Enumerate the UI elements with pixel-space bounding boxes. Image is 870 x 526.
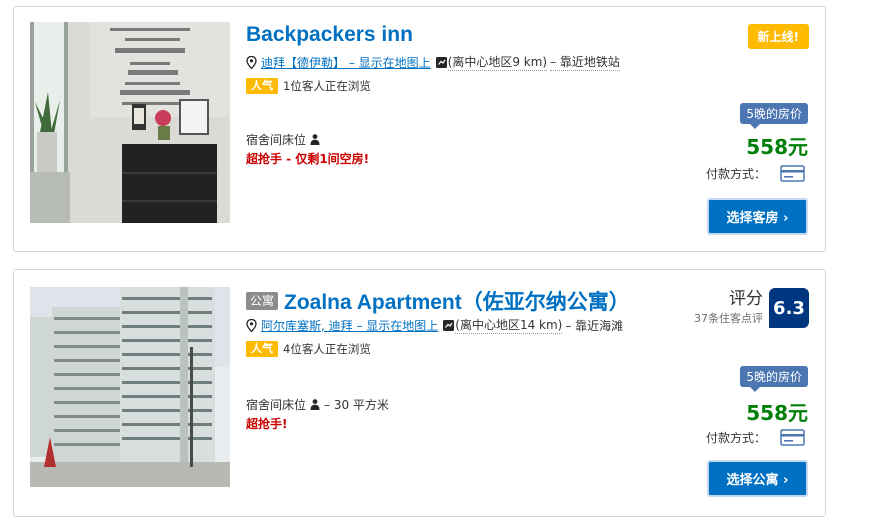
property-photo[interactable] (30, 22, 230, 223)
person-icon (310, 399, 320, 410)
review-score[interactable]: 评分 37条住客点评 6.3 (694, 288, 809, 328)
payment-row: 付款方式： (706, 165, 805, 182)
property-card: Backpackers inn 新上线! 迪拜【德伊勒】 – 显示在地图上 (离… (13, 6, 826, 252)
show-on-map-link[interactable]: 迪拜【德伊勒】 – 显示在地图上 (261, 54, 431, 71)
distance-text: (离中心地区14 km) (455, 318, 563, 334)
score-text: 评分 37条住客点评 (694, 288, 763, 326)
deal-text: 超抢手! (246, 417, 288, 431)
pin-icon (246, 318, 257, 332)
price: 558元 (746, 135, 808, 159)
property-name-link[interactable]: Backpackers inn (246, 23, 413, 47)
title-row: Backpackers inn (246, 23, 413, 47)
distance-text: (离中心地区9 km) (447, 55, 548, 71)
credit-card-icon (780, 429, 805, 446)
show-on-map-link[interactable]: 阿尔库塞斯, 迪拜 – 显示在地图上 (261, 317, 438, 334)
room-type: 宿舍间床位 (246, 398, 307, 412)
review-count: 37条住客点评 (694, 312, 763, 325)
payment-label: 付款方式： (705, 431, 766, 445)
popularity-badge: 人气 (246, 78, 278, 94)
room-type: 宿舍间床位 (246, 133, 307, 147)
select-apartment-button[interactable]: 选择公寓 › (707, 460, 808, 497)
price: 558元 (746, 401, 808, 425)
property-name-link[interactable]: Zoalna Apartment（佐亚尔纳公寓） (284, 286, 630, 316)
nights-price-label: 5晚的房价 (740, 103, 808, 129)
viewers-text: 1位客人正在浏览 (283, 79, 371, 93)
viewers-text: 4位客人正在浏览 (283, 342, 371, 356)
deal-text: 超抢手 - 仅剩1间空房! (246, 152, 370, 166)
nearby-text: – 靠近海滩 (565, 318, 624, 333)
payment-row: 付款方式： (706, 429, 805, 446)
location-row: 迪拜【德伊勒】 – 显示在地图上 (离中心地区9 km) – 靠近地铁站 (246, 53, 620, 71)
train-icon (443, 319, 455, 331)
property-card: 公寓 Zoalna Apartment（佐亚尔纳公寓） 评分 37条住客点评 6… (13, 269, 826, 517)
popularity-row: 人气 1位客人正在浏览 (246, 78, 371, 94)
nights-price-label: 5晚的房价 (740, 366, 808, 392)
room-size: – 30 平方米 (324, 398, 389, 412)
popularity-row: 人气 4位客人正在浏览 (246, 341, 371, 357)
title-row: 公寓 Zoalna Apartment（佐亚尔纳公寓） (246, 286, 630, 316)
person-icon (310, 134, 320, 145)
location-row: 阿尔库塞斯, 迪拜 – 显示在地图上 (离中心地区14 km) – 靠近海滩 (246, 316, 623, 334)
room-type-row: 宿舍间床位 – 30 平方米 (246, 396, 389, 413)
score-badge: 6.3 (769, 288, 809, 328)
popularity-badge: 人气 (246, 341, 278, 357)
payment-label: 付款方式： (705, 167, 766, 181)
credit-card-icon (780, 165, 805, 182)
nearby-text: – 靠近地铁站 (550, 55, 620, 71)
new-listing-badge: 新上线! (747, 24, 809, 49)
score-label: 评分 (729, 289, 763, 309)
pin-icon (246, 55, 257, 69)
train-icon (435, 56, 447, 68)
property-photo[interactable] (30, 287, 230, 487)
select-room-button[interactable]: 选择客房 › (707, 198, 808, 235)
property-type-badge: 公寓 (246, 292, 279, 310)
room-type-row: 宿舍间床位 (246, 131, 320, 148)
